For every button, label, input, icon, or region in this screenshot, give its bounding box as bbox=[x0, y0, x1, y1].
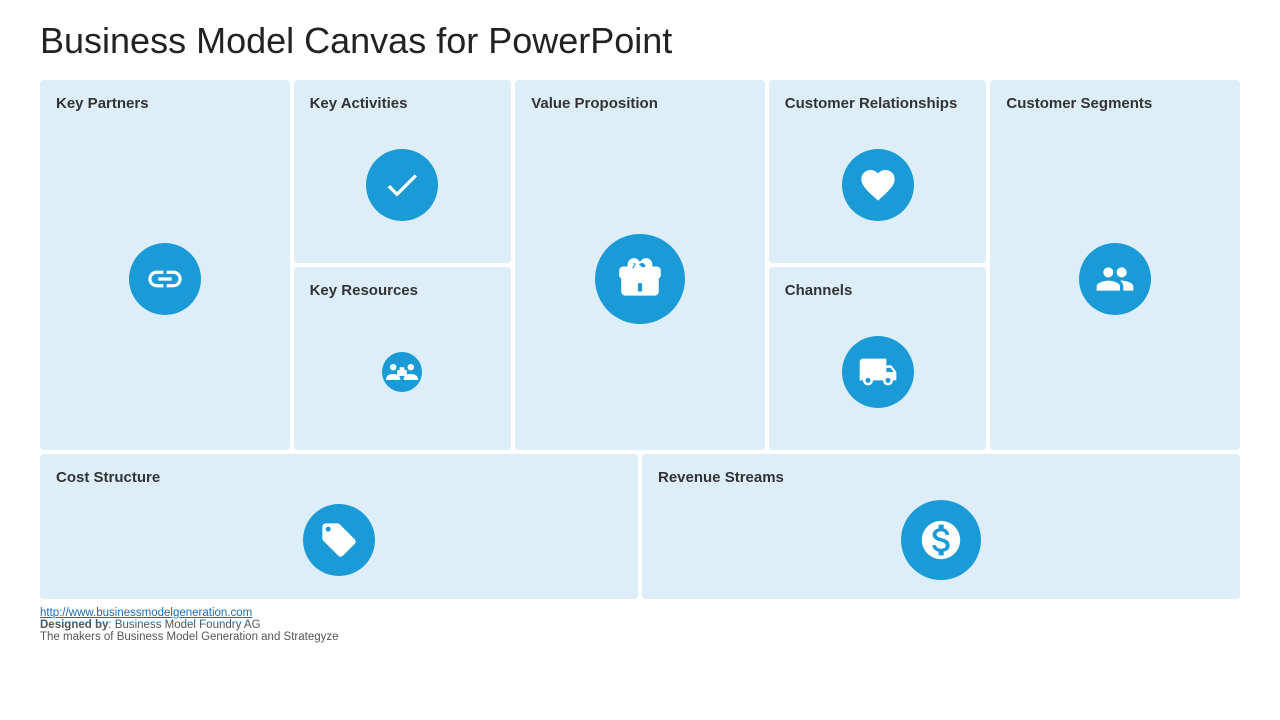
customer-segments-icon-wrap bbox=[1006, 122, 1224, 437]
revenue-streams-cell: Revenue Streams bbox=[642, 454, 1240, 599]
channels-title: Channels bbox=[785, 281, 853, 301]
cost-structure-cell: Cost Structure bbox=[40, 454, 638, 599]
check-icon bbox=[382, 165, 422, 205]
footer: http://www.businessmodelgeneration.com D… bbox=[40, 607, 1240, 643]
key-partners-title: Key Partners bbox=[56, 94, 149, 114]
customer-relationships-icon-wrap bbox=[785, 122, 971, 250]
people-icon bbox=[1095, 259, 1135, 299]
revenue-streams-icon-wrap bbox=[658, 496, 1224, 586]
key-resources-cell: Key Resources bbox=[294, 267, 512, 450]
key-activities-icon-wrap bbox=[310, 122, 496, 250]
factory-alt-icon bbox=[382, 352, 422, 392]
cost-structure-title: Cost Structure bbox=[56, 468, 160, 488]
bottom-row: Cost Structure Revenue Streams bbox=[40, 454, 1240, 599]
footer-designed: Designed by: Business Model Foundry AG bbox=[40, 619, 261, 631]
key-activities-icon-circle bbox=[366, 149, 438, 221]
channels-cell: Channels bbox=[769, 267, 987, 450]
key-resources-icon-circle bbox=[366, 336, 438, 408]
heart-icon bbox=[858, 165, 898, 205]
customer-relationships-title: Customer Relationships bbox=[785, 94, 958, 114]
key-partners-icon-circle bbox=[129, 243, 201, 315]
page-title: Business Model Canvas for PowerPoint bbox=[40, 20, 1240, 62]
footer-makers: The makers of Business Model Generation … bbox=[40, 631, 339, 643]
key-activities-title: Key Activities bbox=[310, 94, 408, 114]
key-partners-icon-wrap bbox=[56, 122, 274, 437]
customer-relationships-icon-circle bbox=[842, 149, 914, 221]
customer-segments-cell: Customer Segments bbox=[990, 80, 1240, 450]
channels-icon-circle bbox=[842, 336, 914, 408]
cost-structure-icon-circle bbox=[303, 504, 375, 576]
value-proposition-cell: Value Proposition bbox=[515, 80, 765, 450]
key-partners-cell: Key Partners bbox=[40, 80, 290, 450]
customer-relationships-cell: Customer Relationships bbox=[769, 80, 987, 263]
customer-segments-icon-circle bbox=[1079, 243, 1151, 315]
customer-rel-channels-column: Customer Relationships Channels bbox=[769, 80, 987, 450]
channels-icon-wrap bbox=[785, 309, 971, 437]
key-resources-title: Key Resources bbox=[310, 281, 418, 301]
canvas-grid: Key Partners Key Activities bbox=[40, 80, 1240, 599]
key-resources-icon-wrap bbox=[310, 309, 496, 437]
revenue-streams-icon-circle bbox=[901, 500, 981, 580]
top-row: Key Partners Key Activities bbox=[40, 80, 1240, 450]
key-activities-cell: Key Activities bbox=[294, 80, 512, 263]
footer-url[interactable]: http://www.businessmodelgeneration.com bbox=[40, 607, 252, 619]
value-proposition-icon-wrap bbox=[531, 122, 749, 437]
value-proposition-icon-circle bbox=[595, 234, 685, 324]
revenue-streams-title: Revenue Streams bbox=[658, 468, 784, 488]
footer-designed-by: Business Model Foundry AG bbox=[115, 619, 261, 631]
customer-segments-title: Customer Segments bbox=[1006, 94, 1152, 114]
value-proposition-title: Value Proposition bbox=[531, 94, 658, 114]
footer-designed-label: Designed by bbox=[40, 619, 108, 631]
gift-icon bbox=[615, 254, 665, 304]
money-icon bbox=[918, 517, 964, 563]
truck-icon bbox=[858, 352, 898, 392]
tag-icon bbox=[319, 520, 359, 560]
link-icon bbox=[145, 259, 185, 299]
cost-structure-icon-wrap bbox=[56, 496, 622, 586]
activities-resources-column: Key Activities Key Resources bbox=[294, 80, 512, 450]
